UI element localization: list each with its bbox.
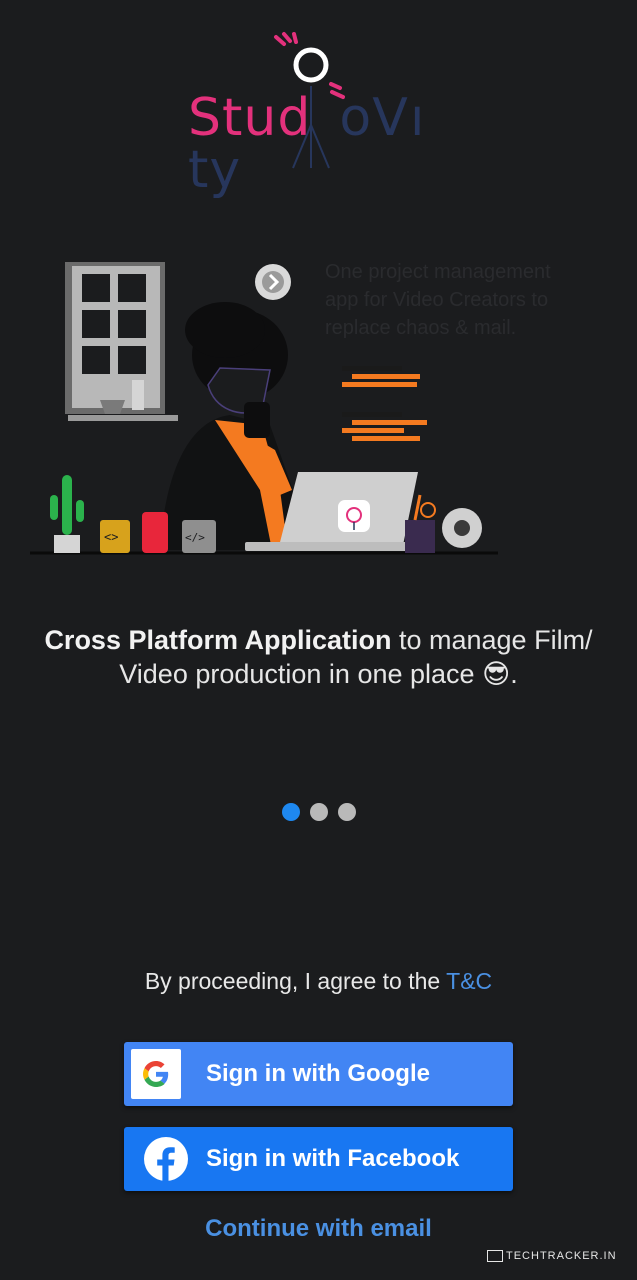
soda-can-graphic [142, 512, 168, 553]
studiovity-logo: Stud oVıty [180, 30, 470, 196]
terms-link[interactable]: T&C [446, 968, 492, 994]
code-lines-graphic [342, 366, 427, 441]
continue-with-email-link[interactable]: Continue with email [0, 1215, 637, 1243]
mug-code-graphic: <> [100, 520, 130, 553]
illustration-caption-line2: app for Video Creators to [325, 289, 548, 311]
facebook-signin-label: Sign in with Facebook [206, 1145, 460, 1172]
google-signin-label: Sign in with Google [206, 1060, 430, 1087]
gear-graphic [442, 508, 482, 548]
facebook-signin-button[interactable]: Sign in with Facebook [124, 1127, 513, 1191]
pager-dots [0, 803, 637, 821]
watermark: TECHTRACKER.IN [487, 1250, 617, 1262]
sunglasses-emoji-icon: 😎 [482, 659, 511, 689]
onboarding-tagline: Cross Platform Application to manage Fil… [44, 625, 593, 689]
pager-dot-1[interactable] [281, 803, 300, 821]
pager-dot-3[interactable] [337, 803, 356, 821]
google-icon [131, 1049, 181, 1099]
cactus-graphic [50, 475, 84, 553]
google-signin-button[interactable]: Sign in with Google [124, 1042, 513, 1106]
window-graphic [65, 262, 178, 421]
illustration-caption-line3: replace chaos & mail. [325, 317, 516, 339]
svg-text:</>: </> [185, 531, 205, 544]
monitor-icon [487, 1250, 503, 1262]
facebook-icon [144, 1137, 188, 1181]
person-graphic [160, 302, 310, 550]
mug-html-graphic: </> [182, 520, 216, 553]
svg-text:<>: <> [104, 530, 118, 544]
onboarding-illustration: One project management app for Video Cre… [30, 250, 610, 570]
tagline-bold: Cross Platform Application [44, 625, 392, 655]
next-arrow-icon [255, 264, 291, 300]
illustration-caption-line1: One project management [325, 261, 551, 283]
terms-notice: By proceeding, I agree to the T&C [144, 968, 493, 994]
pager-dot-2[interactable] [309, 803, 328, 821]
logo-wordmark: Stud oVıty [188, 88, 426, 200]
